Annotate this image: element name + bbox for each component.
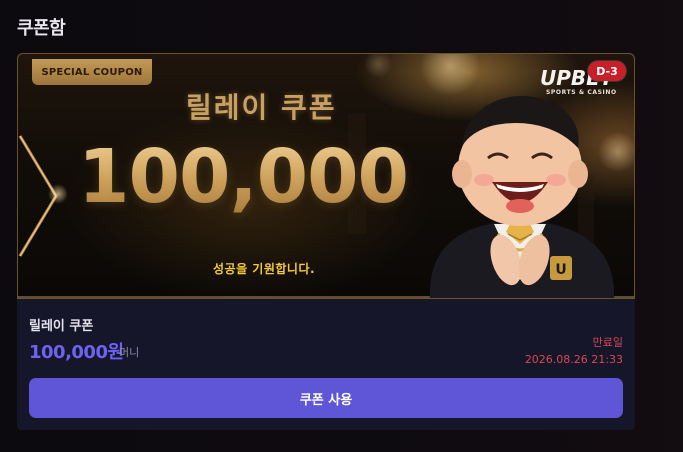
expire-label: 만료일 (592, 336, 623, 349)
banner-amount: 100,000 (78, 134, 409, 220)
coupon-box-page: 쿠폰함 SPECIAL COUPON 릴레이 쿠폰 100,000 성공을 기원… (0, 0, 683, 452)
use-coupon-button[interactable]: 쿠폰 사용 (29, 378, 623, 418)
coupon-unit: 머니 (119, 346, 140, 359)
page-title: 쿠폰함 (17, 18, 66, 39)
expire-date: 2026.08.26 21:33 (524, 353, 623, 366)
banner-message: 성공을 기원합니다. (213, 262, 316, 276)
coupon-name: 릴레이 쿠폰 (29, 319, 94, 334)
svg-text:U: U (555, 262, 566, 278)
coupon-card: SPECIAL COUPON 릴레이 쿠폰 100,000 성공을 기원합니다.… (17, 53, 635, 430)
coupon-banner-image: SPECIAL COUPON 릴레이 쿠폰 100,000 성공을 기원합니다.… (17, 53, 635, 299)
coupon-info: 릴레이 쿠폰 100,000원 머니 만료일 2026.08.26 21:33 … (17, 299, 635, 430)
mascot-illustration: U (429, 95, 614, 298)
dday-badge: D-3 (588, 61, 626, 81)
coupon-value: 100,000원 (29, 342, 124, 363)
banner-headline: 릴레이 쿠폰 (186, 91, 337, 124)
special-coupon-tag: SPECIAL COUPON (32, 59, 152, 85)
